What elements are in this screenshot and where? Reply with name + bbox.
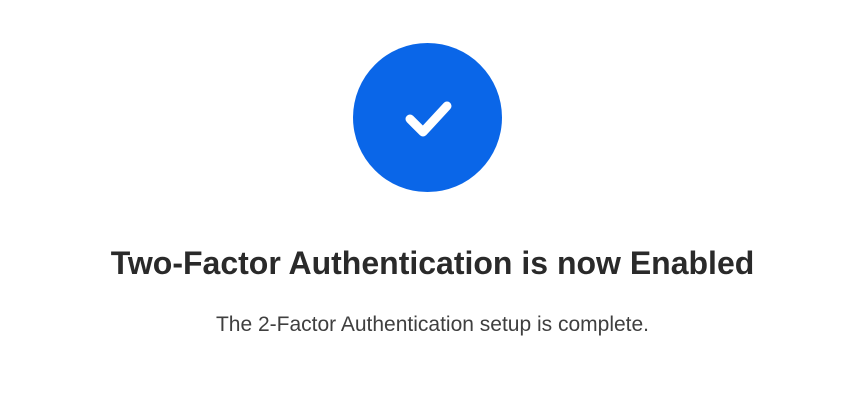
checkmark-icon [405,101,451,136]
page-title: Two-Factor Authentication is now Enabled [110,245,755,281]
status-message: The 2-Factor Authentication setup is com… [215,313,650,336]
success-screen: Two-Factor Authentication is now Enabled… [0,0,865,403]
success-badge [353,43,502,192]
